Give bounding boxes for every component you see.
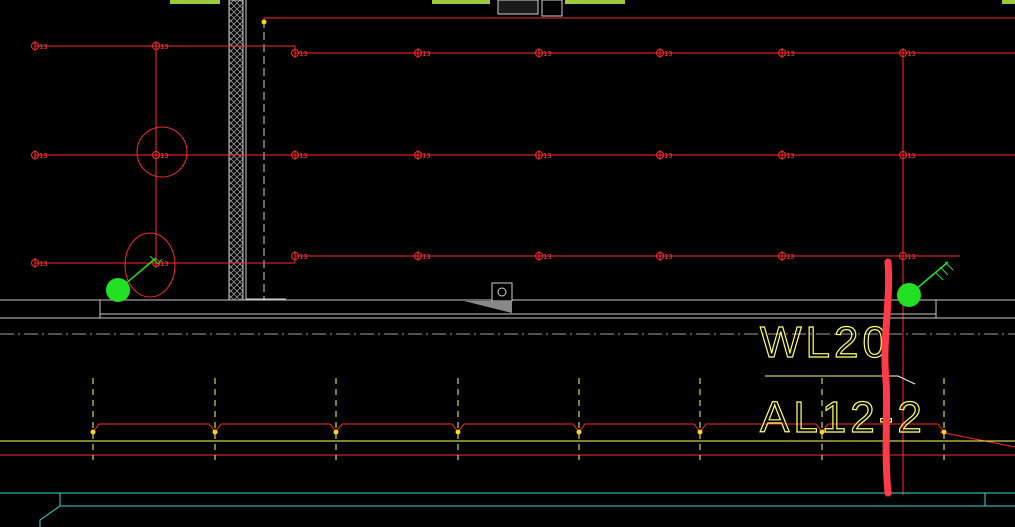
section-marker-icon xyxy=(464,282,513,313)
junction-box-icon[interactable] xyxy=(941,429,947,435)
fixture-label: 13 xyxy=(907,50,915,58)
hatched-wall-icon xyxy=(228,0,286,301)
fixture-label: 13 xyxy=(422,253,430,261)
wire-segment xyxy=(214,423,337,433)
bottom-lines xyxy=(0,440,1015,527)
circuit-tag-lower: AL12-2 xyxy=(760,393,926,442)
circuit-tag-upper: WL20 xyxy=(760,318,891,367)
junction-box-icon[interactable] xyxy=(697,429,703,435)
fixture-label: 13 xyxy=(907,152,915,160)
fixture-label: 13 xyxy=(786,152,794,160)
fixture-label: 13 xyxy=(39,43,47,51)
fixture-label: 13 xyxy=(160,152,168,160)
fixture-label: 13 xyxy=(422,50,430,58)
wire-segment xyxy=(335,423,459,433)
junction-box-icon[interactable] xyxy=(261,19,267,25)
fixture-label: 13 xyxy=(299,50,307,58)
circuit-tag: WL20 AL12-2 xyxy=(759,317,926,442)
junction-box-icon[interactable] xyxy=(90,429,96,435)
fixture-label: 13 xyxy=(39,260,47,268)
junction-box-icon[interactable] xyxy=(576,429,582,435)
junction-box-icon[interactable] xyxy=(212,429,218,435)
fixture-label: 13 xyxy=(664,152,672,160)
junction-box-icon[interactable] xyxy=(455,429,461,435)
fixture-label: 13 xyxy=(299,253,307,261)
cad-drawing[interactable]: 13 13 13 13 13 13 13 13 13 13 13 13 13 13 13 13 13 13 13 13… xyxy=(0,0,1015,527)
cad-canvas[interactable]: 13 13 13 13 13 13 13 13 13 13 13 13 13 13 13 13 13 13 13 13… xyxy=(0,0,1015,527)
fixture-label: 13 xyxy=(299,152,307,160)
wire-segment xyxy=(457,423,580,433)
fixture-label: 13 xyxy=(422,152,430,160)
junction-box-icon[interactable] xyxy=(333,429,339,435)
fixture-label: 13 xyxy=(664,50,672,58)
fixture-label: 13 xyxy=(907,253,915,261)
fixture-label: 13 xyxy=(664,253,672,261)
fixture-label: 13 xyxy=(543,50,551,58)
red-highlight-annotation xyxy=(881,258,893,497)
wire-segment xyxy=(92,423,216,433)
fixture-label: 13 xyxy=(160,43,168,51)
fixture-label: 13 xyxy=(543,152,551,160)
fixture-label: 13 xyxy=(160,260,168,268)
fixture-label: 13 xyxy=(39,152,47,160)
wire-segment xyxy=(578,423,701,433)
top-strip xyxy=(170,0,1015,17)
fixture-label: 13 xyxy=(786,253,794,261)
fixture-label: 13 xyxy=(543,253,551,261)
fixture-label: 13 xyxy=(786,50,794,58)
